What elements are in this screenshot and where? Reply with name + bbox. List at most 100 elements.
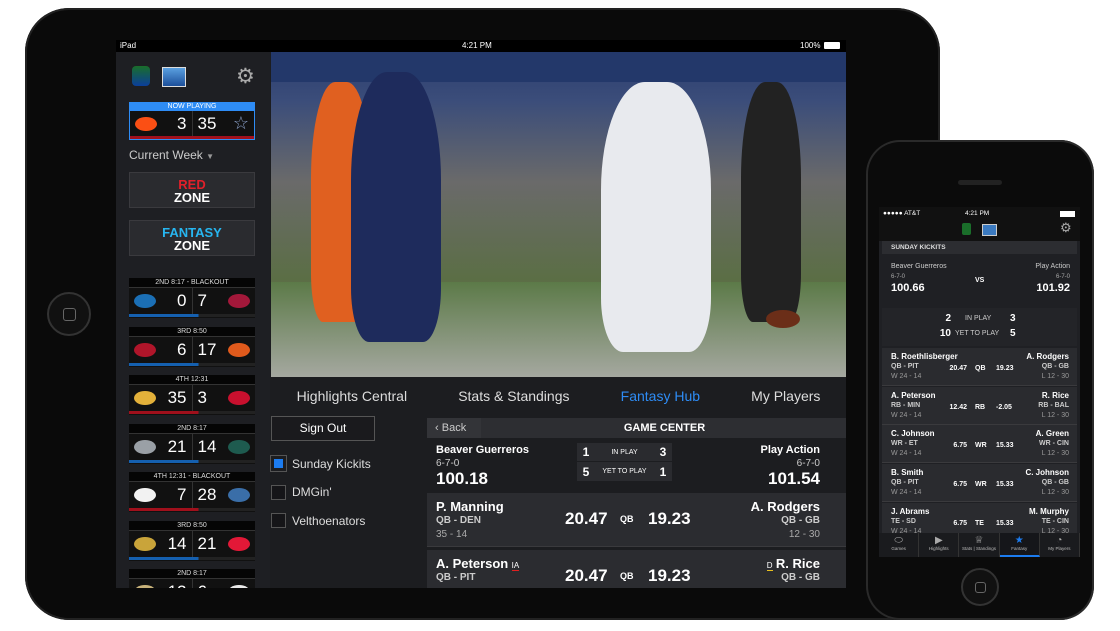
position-label: RB bbox=[975, 403, 986, 411]
game-card[interactable]: 2ND 8:17 12 6 bbox=[129, 569, 255, 588]
home-player-pos: QB - PIT bbox=[891, 479, 919, 487]
league-checkbox[interactable]: DMGin' bbox=[271, 484, 332, 500]
matchup-row[interactable]: B. Roethlisberger QB - PIT W 24 - 14 20.… bbox=[882, 348, 1077, 386]
away-player-name: M. Murphy bbox=[1029, 506, 1069, 516]
tab-highlights-central[interactable]: Highlights Central bbox=[297, 388, 408, 404]
away-player-points: 19.23 bbox=[648, 509, 691, 528]
back-button[interactable]: ‹ Back bbox=[427, 418, 481, 438]
away-player-name: A. Green bbox=[1035, 429, 1069, 439]
away-score: 17 bbox=[197, 339, 217, 359]
home-team-score: 100.18 bbox=[436, 469, 488, 488]
now-playing-card[interactable]: NOW PLAYING 3 35 ☆ bbox=[129, 102, 255, 140]
home-player-points: 20.47 bbox=[949, 365, 967, 372]
away-team-score: 101.92 bbox=[1036, 282, 1070, 294]
sign-out-button[interactable]: Sign Out bbox=[271, 416, 375, 441]
home-score: 6 bbox=[177, 339, 187, 359]
nav-label: My Players bbox=[1048, 546, 1071, 551]
matchup-row[interactable]: A. Peterson IA QB - PIT 20.47 QB 19.23 D… bbox=[427, 550, 846, 588]
iphone-home-button[interactable] bbox=[961, 568, 999, 606]
position-label: WR bbox=[975, 442, 987, 450]
home-player-points: 6.75 bbox=[953, 442, 967, 450]
home-score: 21 bbox=[167, 436, 187, 456]
away-player-pos: QB - GB bbox=[1041, 363, 1069, 370]
chevron-down-icon: ▼ bbox=[206, 152, 215, 161]
week-label: Current Week bbox=[129, 148, 203, 162]
yet-to-play-home: 10 bbox=[939, 328, 951, 339]
nav-label: Stats | Standings bbox=[962, 546, 996, 551]
matchup-row[interactable]: C. Johnson WR - ET W 24 - 14 6.75 WR 15.… bbox=[882, 425, 1077, 464]
nav-label: Games bbox=[891, 546, 906, 551]
game-video-image[interactable] bbox=[271, 52, 846, 377]
home-player-pos: QB - PIT bbox=[891, 363, 919, 370]
fantasy-zone-line2: ZONE bbox=[173, 238, 211, 253]
game-card[interactable]: 3RD 8:50 14 21 bbox=[129, 520, 255, 561]
yet-to-play-away: 1 bbox=[659, 464, 667, 479]
away-player-points: -2.05 bbox=[996, 403, 1012, 411]
away-score: 14 bbox=[197, 436, 217, 456]
home-player-points: 20.47 bbox=[565, 566, 608, 585]
game-card[interactable]: 4TH 12:31 - BLACKOUT 7 28 bbox=[129, 472, 255, 512]
checkbox[interactable] bbox=[271, 513, 286, 528]
game-status: 3RD 8:50 bbox=[129, 326, 255, 336]
battery-icon bbox=[824, 42, 840, 49]
home-player-record: W 24 - 14 bbox=[891, 411, 922, 419]
gear-icon[interactable]: ⚙ bbox=[236, 64, 255, 89]
injury-tag: IA bbox=[511, 561, 520, 571]
league-label: DMGin' bbox=[292, 485, 332, 499]
steelers-logo bbox=[134, 488, 156, 502]
directv-logo bbox=[982, 224, 997, 236]
nav-games[interactable]: ⬭ Games bbox=[879, 533, 920, 557]
home-score: 3 bbox=[177, 113, 187, 133]
nav-highlights[interactable]: ▶ Highlights bbox=[919, 533, 960, 557]
ipad-screen: iPad 4:21 PM 100% ⚙ NOW PLAYING 3 35 ☆ Cu… bbox=[116, 40, 846, 588]
red-zone-button[interactable]: RED ZONE bbox=[129, 172, 255, 208]
ipad-home-button[interactable] bbox=[47, 292, 91, 336]
jaguars-logo bbox=[134, 536, 156, 551]
falcons-logo bbox=[134, 342, 156, 357]
tab-my-players[interactable]: My Players bbox=[751, 388, 820, 404]
battery-level: 100% bbox=[800, 41, 821, 50]
away-team-record: 6-7-0 bbox=[1055, 274, 1070, 280]
away-player-pos: TE - CIN bbox=[1041, 517, 1069, 525]
matchup-row[interactable]: A. Peterson RB - MIN W 24 - 14 12.42 RB … bbox=[882, 386, 1077, 425]
matchup-row[interactable]: B. Smith QB - PIT W 24 - 14 6.75 WR 15.3… bbox=[882, 464, 1077, 503]
position-label: WR bbox=[975, 481, 987, 489]
game-card[interactable]: 3RD 8:50 6 17 bbox=[129, 326, 255, 367]
checkbox[interactable] bbox=[271, 484, 286, 500]
league-checkbox[interactable]: Sunday Kickits bbox=[270, 455, 371, 472]
home-score: 0 bbox=[177, 291, 187, 310]
yet-to-play-home: 5 bbox=[582, 464, 590, 479]
league-checkbox[interactable]: Velthoenators bbox=[271, 513, 365, 528]
away-player-points: 19.23 bbox=[648, 566, 691, 585]
home-player-pos: RB - MIN bbox=[891, 401, 921, 409]
jets-logo bbox=[228, 585, 250, 588]
away-player-name: R. Rice bbox=[775, 556, 820, 571]
gear-icon[interactable]: ⚙ bbox=[1060, 220, 1072, 236]
sunday-ticket-logo bbox=[132, 66, 150, 86]
game-status: 2ND 8:17 bbox=[129, 423, 255, 433]
away-score: 35 bbox=[197, 113, 217, 133]
home-score: 7 bbox=[177, 485, 187, 504]
star-icon: ★ bbox=[1014, 535, 1024, 546]
fantasy-zone-button[interactable]: FANTASY ZONE bbox=[129, 220, 255, 256]
tab-fantasy-hub[interactable]: Fantasy Hub bbox=[621, 388, 700, 404]
sunday-ticket-logo bbox=[962, 223, 971, 235]
tab-stats-standings[interactable]: Stats & Standings bbox=[458, 388, 569, 404]
nav-fantasy[interactable]: ★ Fantasy bbox=[999, 533, 1040, 557]
chevron-left-icon: ‹ bbox=[435, 422, 439, 434]
game-card[interactable]: 2ND 8:17 21 14 bbox=[129, 423, 255, 464]
game-status: 2ND 8:17 - BLACKOUT bbox=[129, 278, 255, 287]
nav-my-players[interactable]: ◔ My Players bbox=[1040, 533, 1080, 557]
nav-stats-standings[interactable]: ♕ Stats | Standings bbox=[959, 533, 1000, 557]
position-label: QB bbox=[620, 514, 634, 524]
checkbox[interactable] bbox=[270, 455, 287, 472]
week-selector[interactable]: Current Week ▼ bbox=[129, 148, 214, 162]
matchup-row[interactable]: P. Manning QB - DEN 35 - 14 20.47 QB 19.… bbox=[427, 493, 846, 547]
helmet-icon: ◔ bbox=[1056, 535, 1063, 546]
away-player-name: C. Johnson bbox=[1025, 468, 1069, 478]
game-card[interactable]: 4TH 12:31 35 3 bbox=[129, 375, 255, 415]
in-play-home: 2 bbox=[945, 313, 951, 324]
game-card[interactable]: 2ND 8:17 - BLACKOUT 0 7 bbox=[129, 278, 255, 318]
home-player-pos: WR - ET bbox=[891, 440, 918, 448]
away-player-pos: RB - BAL bbox=[1038, 401, 1069, 409]
